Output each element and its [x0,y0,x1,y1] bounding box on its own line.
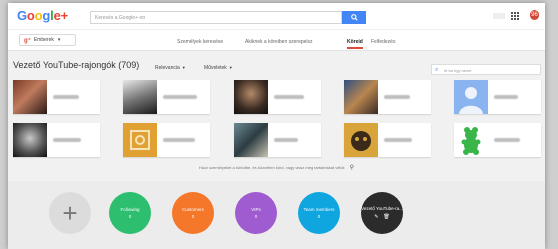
google-plus-logo[interactable]: Google+ [17,8,68,23]
avatar [234,123,268,157]
avatar [13,123,47,157]
person-card[interactable] [13,123,100,157]
tab-find-people[interactable]: Személyek keresése [177,39,223,45]
search-input[interactable]: Keresés a Google+-on [90,11,342,24]
plus-icon: + [62,197,78,228]
sort-dropdown[interactable]: Relevancia ▼ [155,65,186,71]
circle-following[interactable]: Following 0 [109,192,151,234]
logo-letter: G [17,8,27,23]
person-name-blurred [274,138,298,142]
person-name-blurred [384,95,410,99]
user-silhouette-icon [459,87,483,114]
people-dropdown[interactable]: g⁺ Emberek ▾ [19,34,76,46]
gplus-icon: g⁺ [24,37,31,44]
person-name-blurred [274,95,304,99]
circles-tray: + Following 0 Customers 0 VIPs 0 Team me… [8,181,545,249]
circle-count: 0 [254,214,258,219]
circle-vips[interactable]: VIPs 0 [235,192,277,234]
circle-label: Team members [303,207,335,212]
avatar [123,80,157,114]
chevron-down-icon: ▼ [181,65,186,70]
person-name-blurred [53,138,81,142]
add-person-icon[interactable]: ⚲ [350,165,354,171]
logo-letter: o [26,8,35,23]
circle-label: Vezető YouTube-ra... [361,206,403,211]
sort-label: Relevancia [155,65,180,71]
create-circle-button[interactable]: + [49,192,91,234]
avatar [344,123,378,157]
tab-discover[interactable]: Felfedezés [371,39,395,45]
tab-have-you[interactable]: Akiknek a köreiben szerepelsz [245,39,313,45]
default-avatar [454,80,488,114]
people-dropdown-label: Emberek [33,37,54,43]
person-card[interactable] [454,123,541,157]
avatar-logo [130,130,150,150]
person-card[interactable] [234,80,321,114]
circle-count: 0 [128,214,132,219]
apps-grid-icon[interactable] [511,12,520,21]
trash-icon[interactable]: 🗑 [383,214,389,221]
logo-letter: g [42,8,51,23]
person-card[interactable] [123,80,210,114]
avatar [234,80,268,114]
person-card[interactable] [123,123,210,157]
person-card[interactable] [344,123,431,157]
person-name-blurred [53,95,79,99]
circle-youtube-fans[interactable]: Vezető YouTube-ra... ✎ 🗑 [361,192,403,234]
actions-label: Műveletek [204,65,227,71]
find-name-input[interactable]: ⌕ Itt ba egy nevet [431,64,541,75]
person-name-blurred [163,138,195,142]
search-button[interactable] [342,11,366,24]
logo-letter: + [60,8,69,23]
avatar [123,123,157,157]
edit-icon[interactable]: ✎ [374,214,378,221]
person-name-blurred [163,95,197,99]
search-icon: ⌕ [435,67,439,73]
avatar [454,123,488,157]
logo-letter: o [34,8,43,23]
circle-label: Customers [182,207,204,212]
avatar [13,80,47,114]
actions-dropdown[interactable]: Műveletek ▼ [204,65,233,71]
people-nav: g⁺ Emberek ▾ Személyek keresése Akiknek … [8,30,545,51]
circle-label: Following [120,207,140,212]
avatar [344,80,378,114]
chevron-down-icon: ▾ [57,37,61,43]
drag-hint-text: Húzz személyeket a körödbe, és közvetlen… [198,165,345,170]
person-card[interactable] [234,123,321,157]
search-icon [350,14,358,21]
person-name-blurred [494,138,520,142]
notification-badge[interactable]: 96 [530,10,539,20]
circle-count: 0 [317,214,321,219]
chevron-down-icon: ▼ [228,65,233,70]
gummy-bear-image [461,127,481,155]
person-card[interactable] [454,80,541,114]
drag-hint: Húzz személyeket a körödbe, és közvetlen… [8,164,545,171]
logo-letter: e [53,8,61,23]
tab-your-circles[interactable]: Köreid [347,39,363,45]
find-name-placeholder: Itt ba egy nevet [444,68,472,73]
person-name-blurred [494,95,518,99]
person-card[interactable] [13,80,100,114]
circle-count: 0 [191,214,195,219]
circle-team-members[interactable]: Team members 0 [298,192,340,234]
person-card[interactable] [344,80,431,114]
circle-label: VIPs [251,207,261,212]
person-name-blurred [384,138,412,142]
profile-name-placeholder [493,13,505,19]
circle-customers[interactable]: Customers 0 [172,192,214,234]
circle-title: Vezető YouTube-rajongók (709) [13,60,140,70]
avatar-face-art [351,131,371,151]
active-tab-indicator [347,47,363,49]
top-bar: Google+ Keresés a Google+-on 96 [8,3,545,29]
app-window: Google+ Keresés a Google+-on 96 g⁺ Ember… [8,3,545,249]
